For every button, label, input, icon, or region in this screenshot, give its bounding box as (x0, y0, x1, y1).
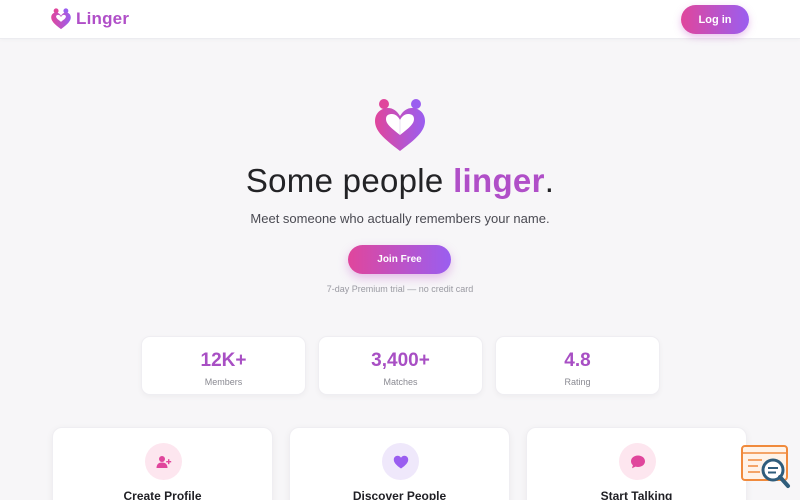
top-navbar: Linger Log in (0, 0, 800, 39)
hero-title-prefix: Some people (245, 162, 454, 199)
couple-heart-logo-icon (51, 8, 71, 30)
hero-subtitle: Meet someone who actually remembers your… (250, 211, 550, 226)
stat-value: 12K+ (200, 350, 247, 371)
brand-name: Linger (76, 9, 130, 28)
stat-value: 3,400+ (371, 350, 430, 371)
stat-label: Members (204, 377, 243, 387)
stat-card-members: 12K+ Members (141, 336, 306, 395)
stat-value: 4.8 (564, 350, 591, 371)
trial-note: 7-day Premium trial — no credit card (326, 284, 474, 294)
brand[interactable]: Linger (50, 7, 129, 31)
floating-search-widget-icon[interactable] (740, 444, 792, 490)
feature-card-create-profile[interactable]: Create Profile (52, 427, 273, 500)
login-button[interactable]: Log in (681, 5, 749, 34)
chat-bubble-icon (619, 443, 656, 480)
feature-title: Discover People (352, 489, 447, 500)
hero-title-suffix: . (544, 162, 555, 199)
heart-icon (382, 443, 419, 480)
join-free-button[interactable]: Join Free (348, 245, 451, 274)
hero-title-accent: linger (453, 162, 545, 199)
stat-card-matches: 3,400+ Matches (318, 336, 483, 395)
stat-card-rating: 4.8 Rating (495, 336, 660, 395)
feature-title: Start Talking (600, 489, 673, 500)
stat-label: Rating (564, 377, 591, 387)
feature-card-discover-people[interactable]: Discover People (289, 427, 510, 500)
couple-heart-hero-icon (375, 99, 425, 151)
feature-title: Create Profile (123, 489, 202, 500)
add-user-icon (145, 443, 182, 480)
stat-label: Matches (383, 377, 418, 387)
feature-card-start-talking[interactable]: Start Talking (526, 427, 747, 500)
hero-title: Some people linger. (0, 162, 800, 200)
